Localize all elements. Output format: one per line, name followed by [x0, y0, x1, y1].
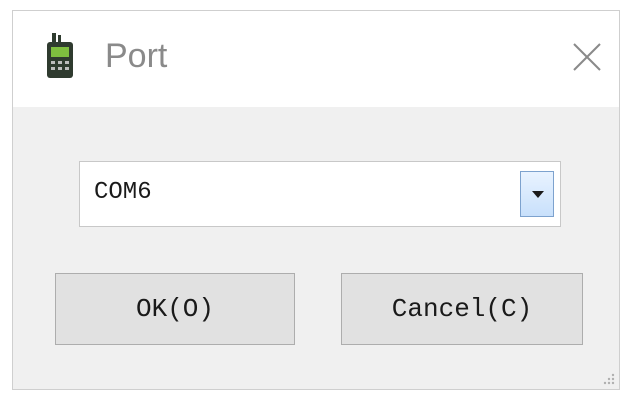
chevron-down-icon — [532, 191, 544, 198]
port-dialog: Port COM6 OK(O) Cancel(C) — [12, 10, 620, 390]
port-select[interactable]: COM6 — [79, 161, 561, 227]
port-select-value: COM6 — [94, 179, 152, 206]
title-bar: Port — [13, 11, 619, 107]
close-icon — [573, 43, 601, 71]
window-title: Port — [105, 37, 168, 75]
walkie-talkie-icon — [45, 33, 75, 79]
dropdown-button[interactable] — [520, 171, 554, 217]
cancel-button[interactable]: Cancel(C) — [341, 273, 583, 345]
close-button[interactable] — [571, 41, 603, 73]
resize-grip-icon[interactable] — [601, 371, 615, 385]
ok-button[interactable]: OK(O) — [55, 273, 295, 345]
